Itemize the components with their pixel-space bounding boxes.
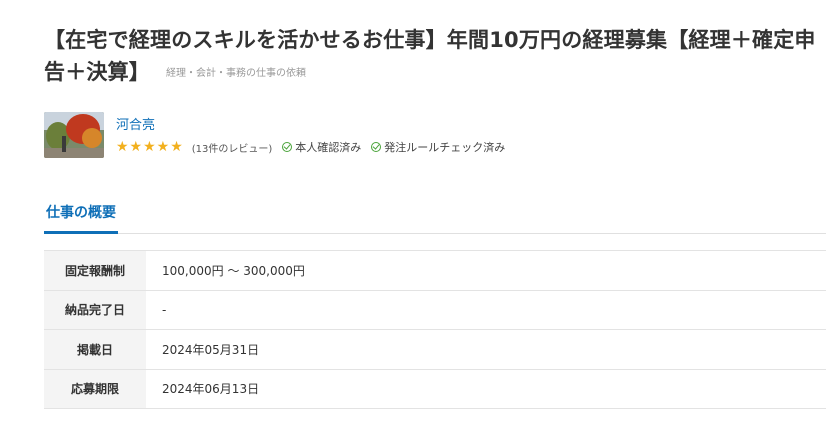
job-title: 【在宅で経理のスキルを活かせるお仕事】年間10万円の経理募集【経理＋確定申告＋決… — [44, 24, 820, 90]
table-row: 応募期限 2024年06月13日 — [44, 369, 826, 409]
row-value: 100,000円 〜 300,000円 — [162, 263, 305, 278]
row-value: 2024年05月31日 — [162, 342, 260, 357]
client-meta: ★★★★★ (13件のレビュー) 本人確認済み 発注ルールチェック済み — [116, 139, 505, 155]
client-name-link[interactable]: 河合亮 — [116, 114, 155, 133]
client-avatar[interactable] — [44, 112, 104, 158]
table-row: 納品完了日 - — [44, 290, 826, 330]
row-label: 掲載日 — [44, 329, 146, 369]
check-circle-icon — [371, 142, 382, 152]
badge-label: 本人確認済み — [295, 141, 362, 154]
row-label: 固定報酬制 — [44, 250, 146, 290]
row-label: 納品完了日 — [44, 290, 146, 330]
badge-label: 発注ルールチェック済み — [384, 141, 506, 154]
tab-overview[interactable]: 仕事の概要 — [44, 190, 118, 234]
job-title-text: 【在宅で経理のスキルを活かせるお仕事】年間10万円の経理募集【経理＋確定申告＋決… — [44, 28, 816, 84]
table-row: 固定報酬制 100,000円 〜 300,000円 — [44, 250, 826, 290]
tab-bar: 仕事の概要 — [44, 190, 826, 234]
review-count[interactable]: (13件のレビュー) — [192, 140, 273, 155]
row-value: - — [162, 302, 167, 317]
job-category-link[interactable]: 経理・会計・事務の仕事の依頼 — [166, 68, 306, 79]
order-rules-checked-badge: 発注ルールチェック済み — [371, 139, 505, 155]
client-info: 河合亮 ★★★★★ (13件のレビュー) 本人確認済み 発注ルールチェック済み — [44, 112, 804, 158]
check-circle-icon — [282, 142, 293, 152]
row-value: 2024年06月13日 — [162, 382, 260, 397]
rating-stars-icon: ★★★★★ — [116, 139, 184, 155]
row-label: 応募期限 — [44, 369, 146, 409]
identity-verified-badge: 本人確認済み — [282, 139, 361, 155]
job-overview-table: 固定報酬制 100,000円 〜 300,000円 納品完了日 - 掲載日 20… — [44, 250, 826, 409]
table-row: 掲載日 2024年05月31日 — [44, 329, 826, 369]
job-header: 【在宅で経理のスキルを活かせるお仕事】年間10万円の経理募集【経理＋確定申告＋決… — [44, 24, 820, 90]
